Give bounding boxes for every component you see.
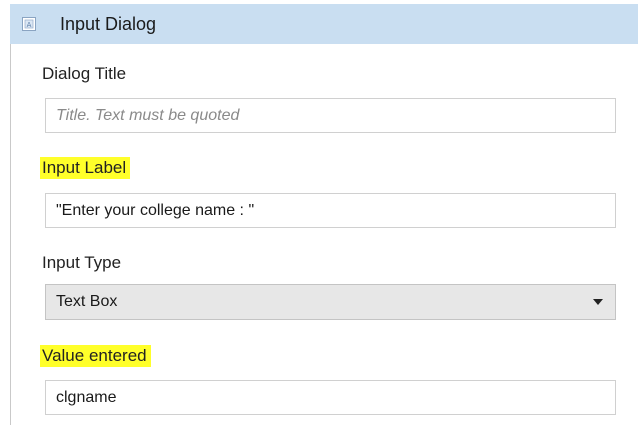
value-entered-label: Value entered <box>40 345 151 367</box>
panel-header: A Input Dialog <box>10 4 638 44</box>
panel-title: Input Dialog <box>60 14 157 34</box>
panel-left-border <box>10 44 11 425</box>
value-entered-input[interactable] <box>45 380 616 415</box>
dialog-title-input[interactable] <box>45 98 616 133</box>
svg-text:A: A <box>27 21 32 29</box>
properties-panel: A Input Dialog Dialog Title Input Label … <box>0 0 638 425</box>
input-label-input[interactable] <box>45 193 616 228</box>
input-type-selected-value: Text Box <box>56 293 118 310</box>
chevron-down-icon <box>593 299 603 305</box>
activity-icon: A <box>22 17 36 31</box>
input-label-label: Input Label <box>40 157 131 179</box>
dialog-title-label: Dialog Title <box>42 64 127 83</box>
input-type-label: Input Type <box>42 253 122 272</box>
input-type-dropdown[interactable]: Text Box <box>45 284 616 320</box>
